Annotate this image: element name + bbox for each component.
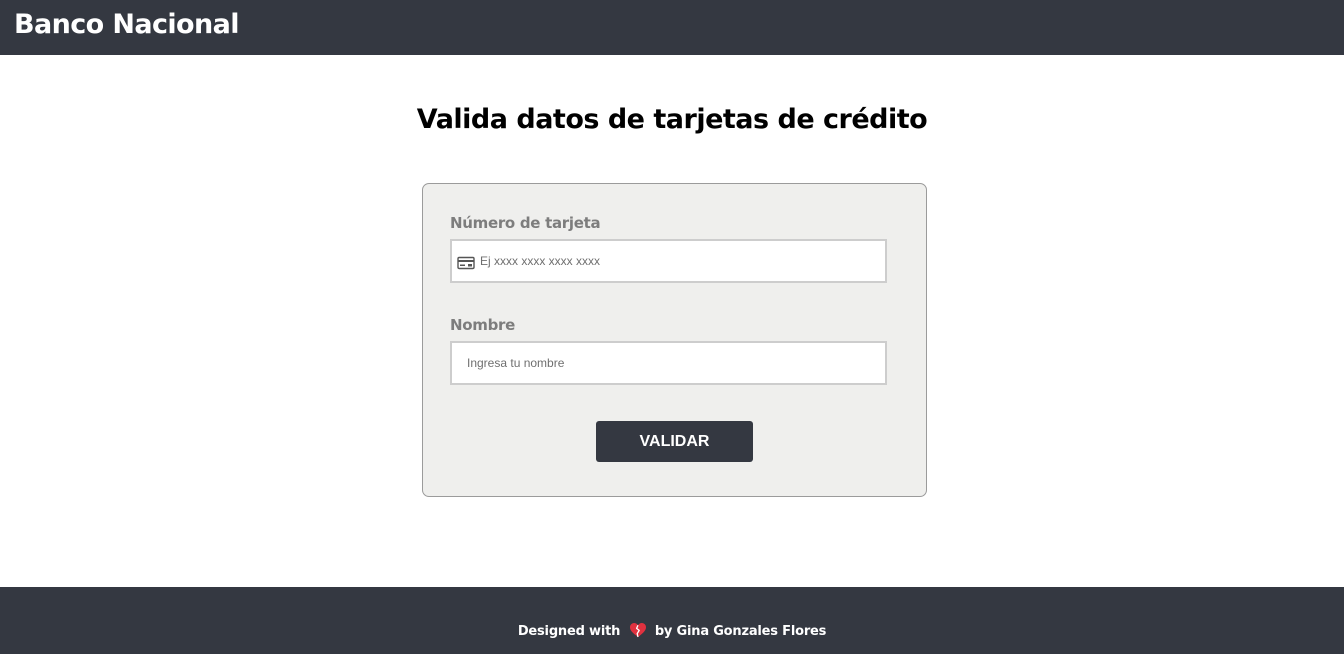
card-validation-form: Número de tarjeta Ej xxxx xxxx xxxx xxxx… [422, 183, 927, 497]
footer-suffix: by Gina Gonzales Flores [654, 624, 827, 639]
footer-prefix: Designed with [517, 624, 621, 639]
credit-card-icon [457, 256, 475, 270]
name-field[interactable]: Ingresa tu nombre [450, 341, 887, 385]
card-number-label: Número de tarjeta [450, 214, 601, 232]
validate-button[interactable]: VALIDAR [596, 421, 753, 462]
name-placeholder: Ingresa tu nombre [467, 356, 565, 370]
card-number-field[interactable]: Ej xxxx xxxx xxxx xxxx [450, 239, 887, 283]
name-label: Nombre [450, 316, 515, 334]
footer-credit: Designed with by Gina Gonzales Flores [0, 622, 1344, 641]
brand-title: Banco Nacional [14, 9, 240, 40]
app-header: Banco Nacional [0, 0, 1344, 55]
app-footer: Designed with by Gina Gonzales Flores [0, 587, 1344, 654]
card-number-placeholder: Ej xxxx xxxx xxxx xxxx [480, 254, 601, 268]
page-title: Valida datos de tarjetas de crédito [416, 104, 928, 135]
broken-heart-icon [629, 623, 646, 638]
